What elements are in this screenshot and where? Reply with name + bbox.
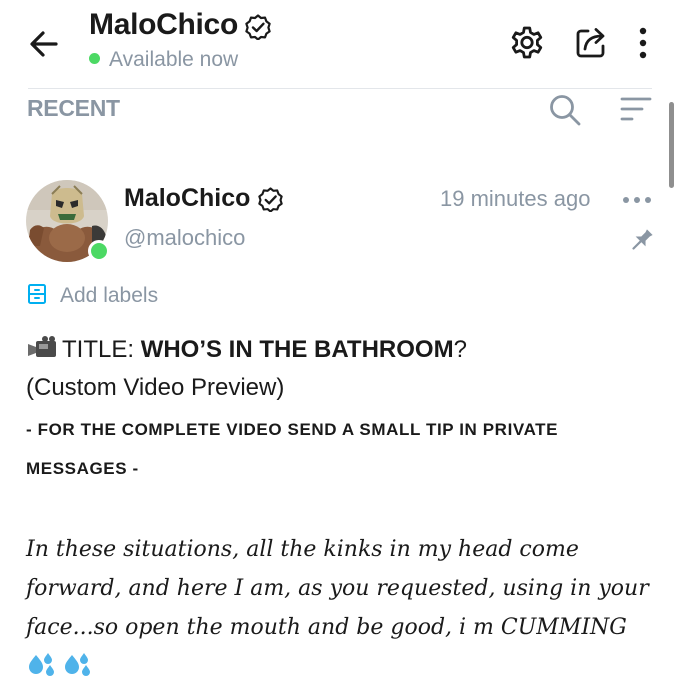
labels-icon: [28, 284, 46, 305]
post-author-handle[interactable]: @malochico: [124, 225, 245, 251]
add-labels-button[interactable]: Add labels: [26, 284, 158, 308]
chat-header: MaloChico Available now: [0, 0, 680, 88]
video-camera-icon: [28, 335, 56, 357]
post-timestamp: 19 minutes ago: [440, 186, 591, 211]
post-title-line: TITLE: WHO’S IN THE BATHROOM?: [26, 335, 656, 364]
sort-icon[interactable]: [618, 92, 654, 128]
pin-icon[interactable]: [628, 226, 656, 254]
search-icon[interactable]: [547, 92, 583, 128]
more-vertical-icon[interactable]: [626, 24, 660, 62]
sweat-droplets-icon: [29, 653, 90, 676]
availability-status: Available now: [89, 48, 238, 72]
post-subtitle: (Custom Video Preview): [26, 374, 285, 401]
page-title: MaloChico: [89, 8, 238, 41]
back-arrow-icon[interactable]: [26, 26, 62, 62]
status-text: Available now: [109, 48, 239, 71]
verified-icon: [258, 187, 283, 212]
recent-filter-label[interactable]: RECENT: [27, 95, 120, 122]
title-suffix: ?: [453, 336, 467, 363]
online-dot: [89, 52, 100, 64]
scrollbar[interactable]: [669, 102, 674, 188]
add-labels-text: Add labels: [60, 284, 159, 307]
post-body-text: In these situations, all the kinks in my…: [26, 537, 649, 640]
title-prefix: TITLE:: [62, 336, 141, 363]
settings-icon[interactable]: [508, 24, 546, 62]
post-body: In these situations, all the kinks in my…: [26, 530, 656, 686]
post-author-name[interactable]: MaloChico: [124, 184, 250, 213]
verified-icon: [245, 14, 271, 40]
post-title: WHO’S IN THE BATHROOM: [140, 336, 454, 363]
header-divider: [28, 88, 652, 89]
share-icon[interactable]: [572, 24, 610, 62]
online-indicator: [88, 240, 110, 262]
post-notice: - FOR THE COMPLETE VIDEO SEND A SMALL TI…: [26, 420, 559, 478]
more-horizontal-icon[interactable]: [620, 190, 654, 210]
